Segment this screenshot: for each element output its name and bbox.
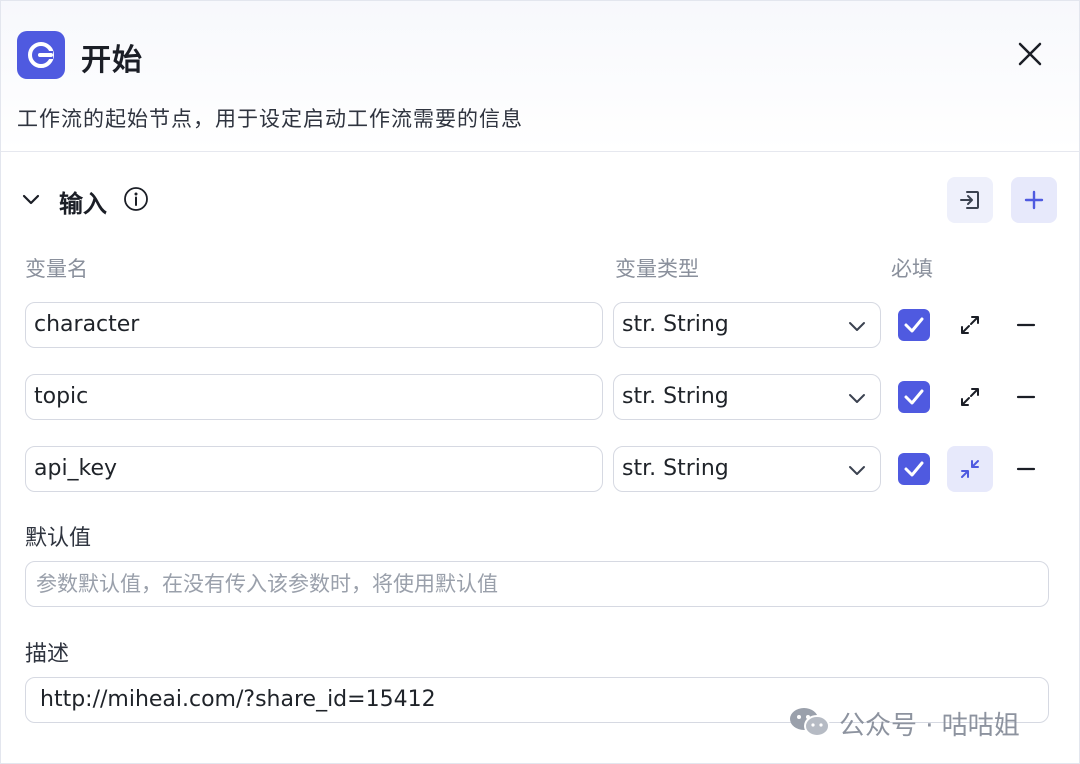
- column-header-type: 变量类型: [615, 257, 699, 281]
- variable-type-select[interactable]: str. String: [613, 446, 881, 492]
- required-checkbox[interactable]: [898, 453, 930, 485]
- variable-name-input[interactable]: character: [25, 302, 603, 348]
- expand-icon: [961, 388, 979, 406]
- page-title: 开始: [81, 43, 143, 78]
- chevron-down-icon: [849, 466, 865, 475]
- add-variable-button[interactable]: [1011, 177, 1057, 223]
- description-label: 描述: [25, 642, 70, 667]
- start-node-panel: 开始 工作流的起始节点，用于设定启动工作流需要的信息 输入 变量名 变量类型 必…: [0, 0, 1080, 764]
- panel-header: 开始 工作流的起始节点，用于设定启动工作流需要的信息: [1, 1, 1079, 152]
- chevron-down-icon: [849, 394, 865, 403]
- import-icon: [960, 191, 979, 209]
- expand-button[interactable]: [947, 374, 993, 420]
- required-checkbox[interactable]: [898, 381, 930, 413]
- variable-name-input[interactable]: topic: [25, 374, 603, 420]
- chevron-down-icon[interactable]: [19, 187, 43, 211]
- watermark-text: 公众号 · 咕咕姐: [839, 711, 1020, 741]
- section-title: 输入: [59, 190, 107, 218]
- variable-row: character str. String: [1, 302, 1079, 350]
- variable-row: api_key str. String: [1, 446, 1079, 494]
- chevron-down-icon: [849, 322, 865, 331]
- expand-icon: [961, 316, 979, 334]
- node-description: 工作流的起始节点，用于设定启动工作流需要的信息: [17, 107, 523, 131]
- collapse-icon: [961, 460, 979, 478]
- column-header-required: 必填: [891, 257, 933, 281]
- collapse-button[interactable]: [947, 446, 993, 492]
- start-node-icon: [17, 31, 65, 79]
- info-icon[interactable]: [123, 186, 149, 212]
- expand-button[interactable]: [947, 302, 993, 348]
- minus-icon: [1016, 467, 1036, 471]
- variable-type-select[interactable]: str. String: [613, 302, 881, 348]
- variable-type-value: str. String: [622, 312, 729, 337]
- variable-type-value: str. String: [622, 384, 729, 409]
- check-icon: [904, 461, 924, 477]
- required-checkbox[interactable]: [898, 309, 930, 341]
- variable-type-select[interactable]: str. String: [613, 374, 881, 420]
- variable-type-value: str. String: [622, 456, 729, 481]
- wechat-icon: [790, 708, 830, 737]
- variable-name-input[interactable]: api_key: [25, 446, 603, 492]
- minus-icon: [1016, 395, 1036, 399]
- column-header-name: 变量名: [25, 257, 88, 281]
- check-icon: [904, 317, 924, 333]
- default-value-input[interactable]: 参数默认值，在没有传入该参数时，将使用默认值: [25, 561, 1049, 607]
- close-icon[interactable]: [1013, 37, 1047, 71]
- default-value-label: 默认值: [25, 526, 92, 551]
- import-variables-button[interactable]: [947, 177, 993, 223]
- remove-variable-button[interactable]: [1015, 458, 1037, 480]
- plus-icon: [1024, 190, 1044, 210]
- variable-row: topic str. String: [1, 374, 1079, 422]
- check-icon: [904, 389, 924, 405]
- minus-icon: [1016, 323, 1036, 327]
- remove-variable-button[interactable]: [1015, 386, 1037, 408]
- remove-variable-button[interactable]: [1015, 314, 1037, 336]
